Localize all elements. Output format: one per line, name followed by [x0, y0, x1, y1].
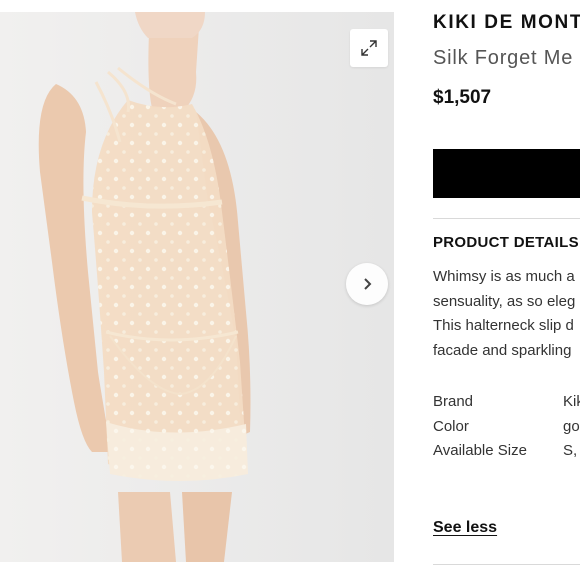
description-line: sensuality, as so eleg — [433, 292, 576, 310]
next-image-button[interactable] — [346, 263, 388, 305]
spec-value: S, M, L — [563, 442, 580, 459]
brand-name[interactable]: KIKI DE MONTPARNASSE — [433, 12, 580, 34]
spec-row-brand: Brand Kiki de Montparnasse — [433, 390, 580, 415]
product-price: $1,507 — [433, 87, 492, 108]
product-gallery — [0, 12, 394, 562]
divider — [433, 218, 580, 219]
add-to-bag-button[interactable] — [433, 149, 580, 198]
product-specs: Brand Kiki de Montparnasse Color gold Av… — [433, 390, 580, 464]
see-less-link[interactable]: See less — [433, 519, 497, 537]
description-line: Whimsy is as much a — [433, 268, 575, 285]
expand-arrows-icon — [361, 40, 377, 56]
product-description: Whimsy is as much a sensuality, as so el… — [433, 265, 580, 363]
chevron-right-icon — [364, 278, 372, 290]
product-info-panel: KIKI DE MONTPARNASSE Silk Forget Me Not … — [433, 0, 580, 580]
product-image — [0, 12, 394, 562]
divider — [433, 564, 580, 565]
product-name: Silk Forget Me Not Slip Dress — [433, 47, 580, 69]
spec-value: Kiki de Montparnasse — [563, 393, 580, 410]
spec-label: Brand — [433, 393, 474, 410]
spec-label: Available Size — [433, 442, 527, 459]
spec-row-size: Available Size S, M, L — [433, 439, 580, 464]
expand-image-button[interactable] — [350, 29, 388, 67]
spec-row-color: Color gold — [433, 415, 580, 440]
description-line: facade and sparkling — [433, 341, 572, 359]
product-details-heading[interactable]: PRODUCT DETAILS — [433, 234, 579, 251]
description-line: This halterneck slip d — [433, 317, 574, 334]
spec-label: Color — [433, 417, 469, 435]
spec-value: gold — [563, 417, 580, 435]
